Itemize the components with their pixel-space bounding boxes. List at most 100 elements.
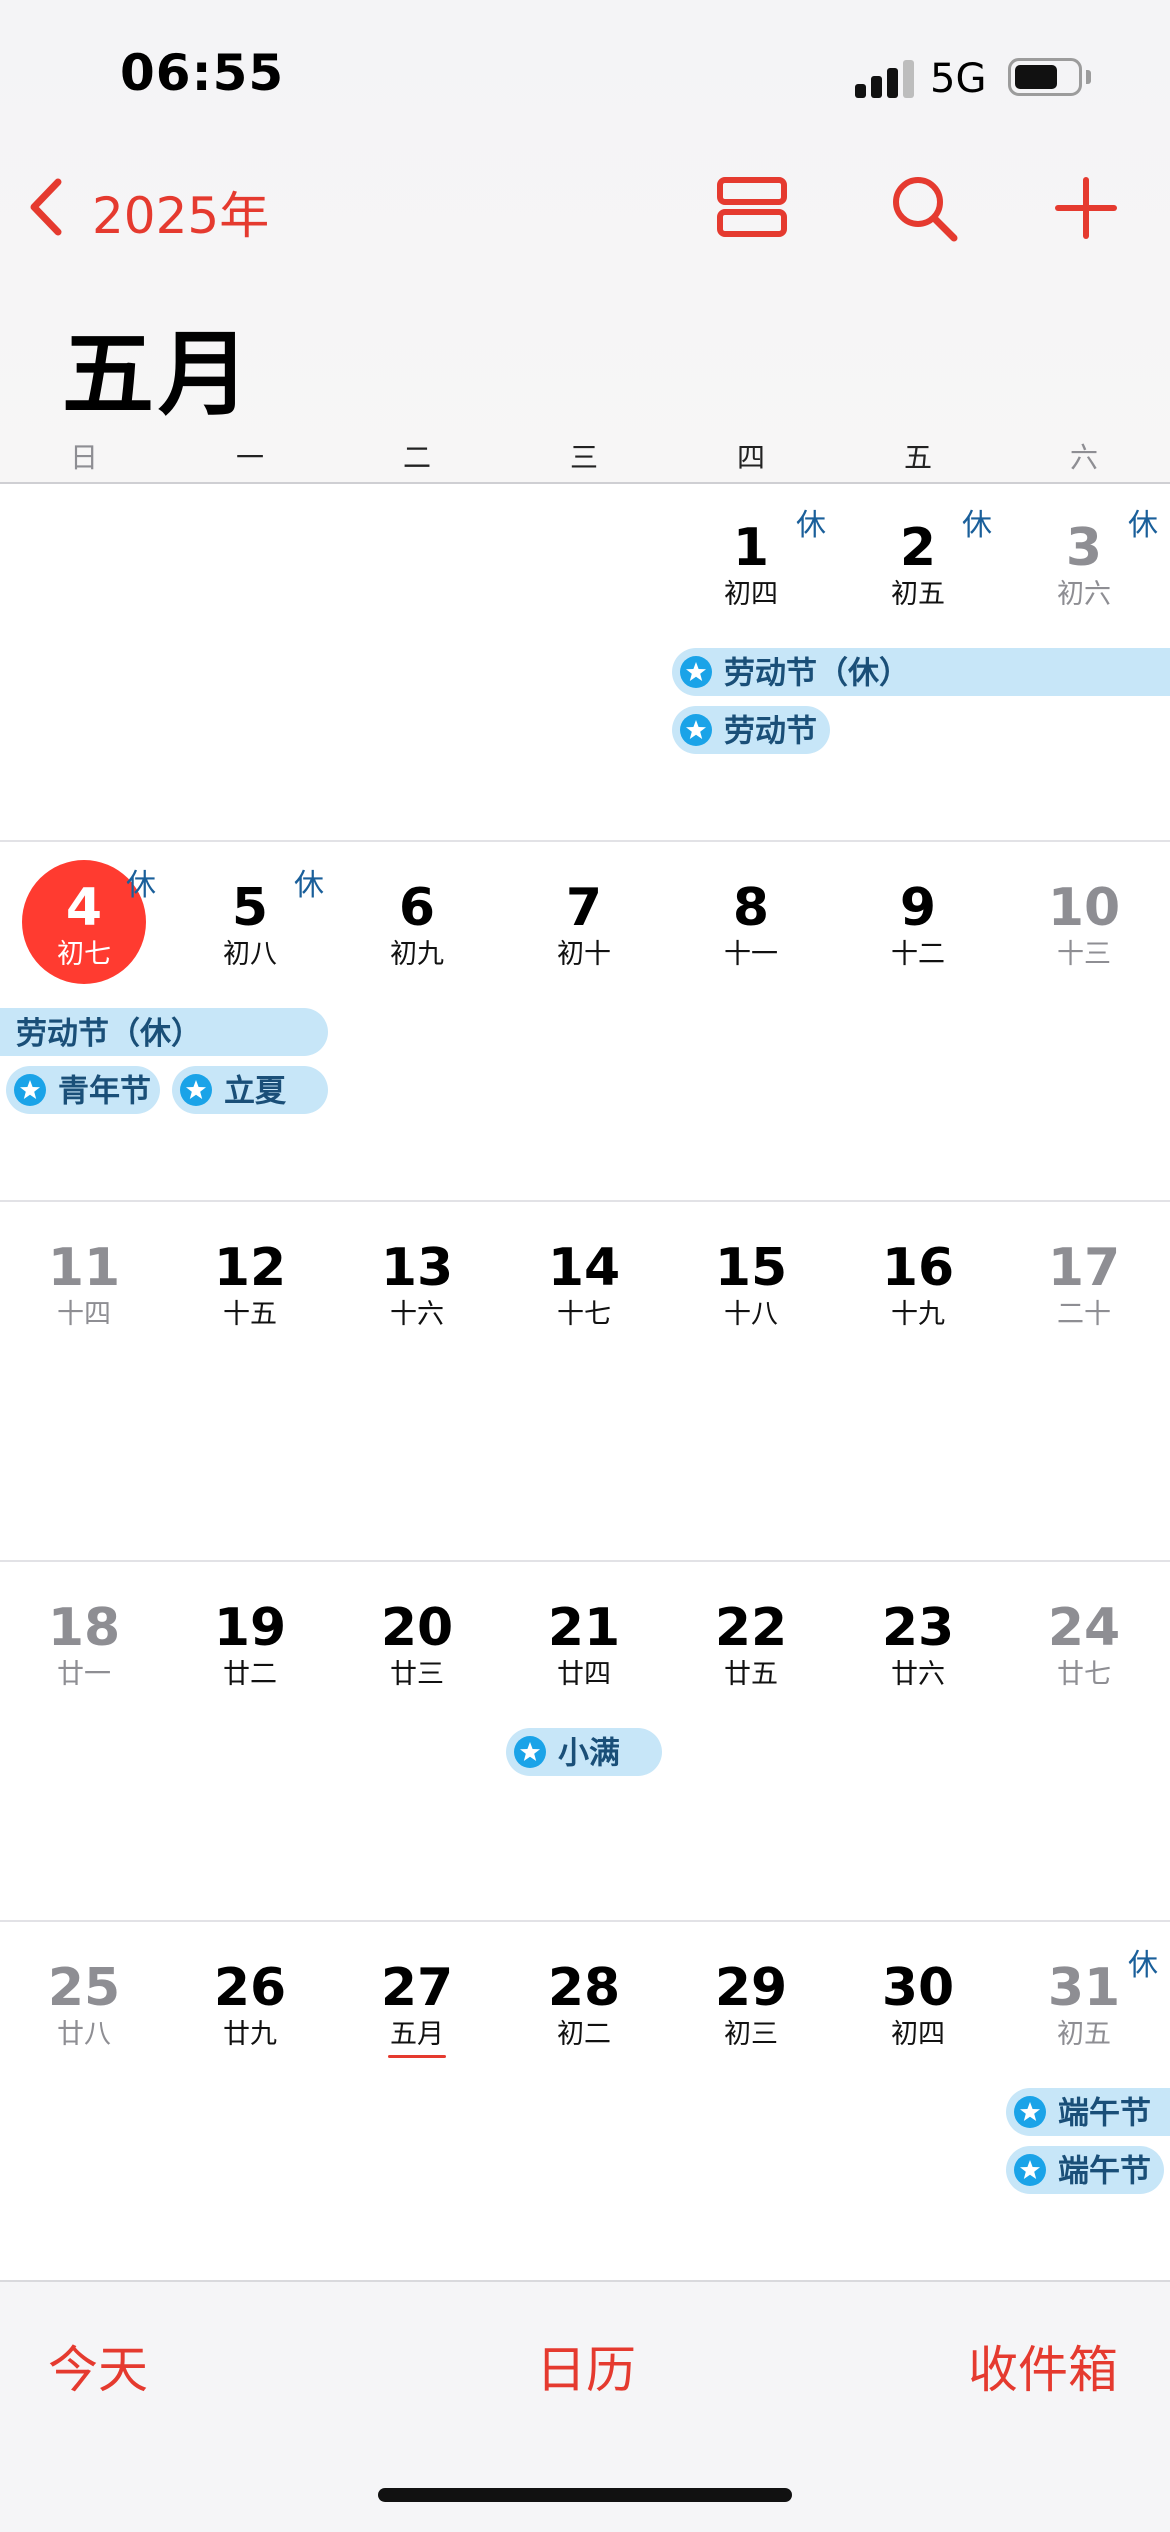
day-number: 20	[380, 1598, 454, 1658]
event-title: 立夏	[224, 1073, 286, 1110]
weekday-label: 三	[569, 441, 598, 474]
day-number: 30	[881, 1958, 955, 2018]
lunar-date: 初二	[557, 2019, 611, 2050]
star-icon	[680, 713, 712, 746]
battery-icon	[1008, 58, 1082, 96]
day-number: 7	[565, 878, 603, 938]
day-cell[interactable]: 25 廿八	[0, 1936, 168, 2096]
day-number: 24	[1047, 1598, 1121, 1658]
day-number: 11	[47, 1238, 121, 1298]
event-title: 小满	[558, 1735, 620, 1772]
lunar-date: 廿五	[724, 1659, 778, 1690]
weekday-label: 五	[903, 441, 932, 474]
day-number: 21	[547, 1598, 621, 1658]
event-dragon-boat-multiday[interactable]: 端午节	[1006, 2088, 1170, 2136]
day-cell[interactable]: 8 十一	[667, 856, 835, 1016]
back-year-button[interactable]: 2025年	[92, 176, 269, 248]
event-title: 端午节	[1058, 2095, 1151, 2132]
star-icon	[1014, 2153, 1046, 2186]
lunar-date: 廿六	[891, 1659, 945, 1690]
lunar-date: 初四	[724, 579, 778, 610]
inbox-button[interactable]: 收件箱	[968, 2330, 1118, 2402]
lunar-date: 初五	[1057, 2019, 1111, 2050]
day-cell[interactable]: 23 廿六	[834, 1576, 1002, 1736]
event-xiaoman[interactable]: 小满	[506, 1728, 662, 1776]
lunar-date: 廿八	[57, 2019, 111, 2050]
rest-badge: 休	[126, 868, 156, 903]
lunar-date: 廿一	[57, 1659, 111, 1690]
lunar-date: 初四	[891, 2019, 945, 2050]
day-cell[interactable]: 18 廿一	[0, 1576, 168, 1736]
day-number: 29	[714, 1958, 788, 2018]
day-cell[interactable]: 28 初二	[500, 1936, 668, 2096]
weekday-header: 日 一 二 三 四 五 六	[0, 436, 1170, 482]
search-icon[interactable]	[884, 168, 964, 248]
day-cell[interactable]: 22 廿五	[667, 1576, 835, 1736]
event-dragon-boat[interactable]: 端午节	[1006, 2146, 1164, 2194]
day-cell[interactable]: 15 十八	[667, 1216, 835, 1376]
lunar-date: 初九	[390, 939, 444, 970]
lunar-date: 十五	[223, 1299, 277, 1330]
event-labor-day-rest[interactable]: 劳动节（休）	[672, 648, 1170, 696]
lunar-date: 十七	[557, 1299, 611, 1330]
day-cell[interactable]: 19 廿二	[166, 1576, 334, 1736]
event-lixia[interactable]: 立夏	[172, 1066, 328, 1114]
day-number: 6	[398, 878, 436, 938]
day-cell[interactable]: 9 十二	[834, 856, 1002, 1016]
day-cell[interactable]: 20 廿三	[333, 1576, 501, 1736]
day-number: 9	[899, 878, 937, 938]
list-view-icon[interactable]	[712, 168, 792, 248]
day-cell[interactable]: 14 十七	[500, 1216, 668, 1376]
day-cell[interactable]: 21 廿四	[500, 1576, 668, 1736]
day-number: 14	[547, 1238, 621, 1298]
day-number: 15	[714, 1238, 788, 1298]
lunar-date: 初八	[223, 939, 277, 970]
chevron-left-icon[interactable]	[24, 176, 68, 238]
day-cell[interactable]: 27 五月	[333, 1936, 501, 2096]
week-divider	[0, 1200, 1170, 1202]
day-number: 27	[380, 1958, 454, 2018]
star-icon	[514, 1735, 546, 1768]
day-number: 23	[881, 1598, 955, 1658]
day-cell[interactable]: 16 十九	[834, 1216, 1002, 1376]
lunar-date: 廿九	[223, 2019, 277, 2050]
day-cell[interactable]: 12 十五	[166, 1216, 334, 1376]
star-icon	[680, 655, 712, 688]
event-title: 劳动节（休）	[16, 1015, 202, 1052]
week-divider	[0, 840, 1170, 842]
star-icon	[14, 1073, 46, 1106]
day-cell[interactable]: 24 廿七	[1000, 1576, 1168, 1736]
day-cell[interactable]: 29 初三	[667, 1936, 835, 2096]
day-cell[interactable]: 26 廿九	[166, 1936, 334, 2096]
day-cell[interactable]: 30 初四	[834, 1936, 1002, 2096]
status-time: 06:55	[120, 44, 285, 102]
lunar-date: 十三	[1057, 939, 1111, 970]
day-number: 12	[213, 1238, 287, 1298]
lunar-date: 十六	[390, 1299, 444, 1330]
today-button[interactable]: 今天	[48, 2330, 148, 2402]
star-icon	[180, 1073, 212, 1106]
lunar-date: 十四	[57, 1299, 111, 1330]
day-cell[interactable]: 7 初十	[500, 856, 668, 1016]
lunar-date: 廿七	[1057, 1659, 1111, 1690]
lunar-date: 初六	[1057, 579, 1111, 610]
event-youth-day[interactable]: 青年节	[6, 1066, 160, 1114]
calendars-button[interactable]: 日历	[536, 2330, 636, 2402]
header-divider	[0, 482, 1170, 484]
lunar-date: 五月	[390, 2019, 444, 2050]
battery-cap	[1086, 70, 1091, 84]
day-cell[interactable]: 17 二十	[1000, 1216, 1168, 1376]
day-cell[interactable]: 10 十三	[1000, 856, 1168, 1016]
day-cell[interactable]: 13 十六	[333, 1216, 501, 1376]
event-labor-day-rest-continued[interactable]: 劳动节（休）	[0, 1008, 328, 1056]
day-number: 8	[732, 878, 770, 938]
day-cell[interactable]: 6 初九	[333, 856, 501, 1016]
lunar-date: 十八	[724, 1299, 778, 1330]
event-labor-day[interactable]: 劳动节	[672, 706, 830, 754]
day-cell[interactable]: 11 十四	[0, 1216, 168, 1376]
add-icon[interactable]	[1046, 168, 1126, 248]
lunar-month-underline	[388, 2055, 446, 2058]
day-number: 28	[547, 1958, 621, 2018]
home-indicator	[378, 2488, 792, 2502]
network-type: 5G	[930, 56, 987, 102]
